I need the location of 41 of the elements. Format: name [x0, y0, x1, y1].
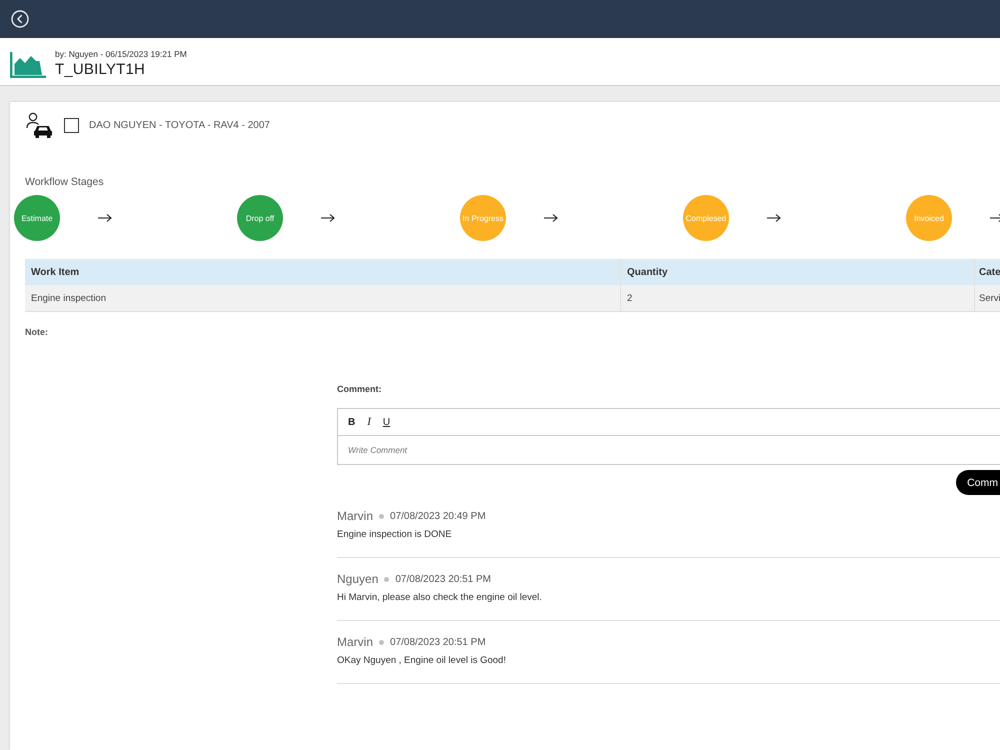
separator-dot-icon — [379, 640, 384, 644]
arrow-icon — [544, 213, 558, 223]
comment-author: Nguyen — [337, 572, 378, 586]
format-button[interactable]: U — [380, 416, 392, 428]
table-cell: Servi — [974, 285, 1000, 311]
separator-dot-icon — [379, 514, 384, 518]
table-cell-text: Engine inspection — [30, 292, 107, 306]
workflow-stage: Complesed — [683, 195, 729, 241]
comment-time: 07/08/2023 20:51 PM — [390, 636, 486, 648]
comment-author: Marvin — [337, 509, 374, 523]
comment-text: OKay Nguyen , Engine oil level is Good! — [337, 654, 507, 668]
comment-time: 07/08/2023 20:51 PM — [395, 574, 492, 584]
workflow-stage: Invoiced — [906, 195, 952, 241]
comment-input[interactable]: Write Comment — [337, 436, 1000, 465]
comment-text: Engine inspection is DONE — [337, 528, 453, 542]
workflow-title: Workflow Stages — [25, 175, 105, 189]
arrow-icon — [767, 213, 781, 223]
comment-author: Marvin — [337, 635, 374, 649]
note-label: Note: — [25, 326, 49, 338]
comment-time: 07/08/2023 20:49 PM — [390, 510, 486, 522]
format-button[interactable]: I — [365, 416, 373, 428]
author-byline: by: Nguyen - 06/15/2023 19:21 PM — [55, 49, 187, 60]
person-car-icon — [26, 112, 52, 138]
arrow-icon — [98, 213, 112, 223]
back-icon[interactable] — [11, 10, 29, 28]
area-chart-icon — [10, 52, 46, 78]
arrow-icon — [321, 213, 335, 223]
arrow-icon — [990, 213, 1000, 223]
checkbox[interactable] — [64, 118, 79, 132]
column-header: Work Item — [30, 266, 80, 280]
comment-text: Hi Marvin, please also check the engine oil level. — [337, 591, 543, 605]
workflow-stage: Estimate — [14, 195, 60, 241]
comment-label: Comment: — [337, 383, 382, 395]
separator-dot-icon — [384, 576, 390, 582]
format-button[interactable]: B — [346, 416, 358, 428]
table-cell: 2 — [620, 285, 974, 311]
page-title: T_UBILYT1H — [55, 60, 146, 79]
customer-vehicle-label: DAO NGUYEN - TOYOTA - RAV4 - 2007 — [89, 120, 270, 130]
workflow-stage: Drop off — [237, 195, 283, 241]
comment-button[interactable]: Comm — [956, 470, 1000, 495]
workflow-stage: In Progress — [460, 195, 506, 241]
